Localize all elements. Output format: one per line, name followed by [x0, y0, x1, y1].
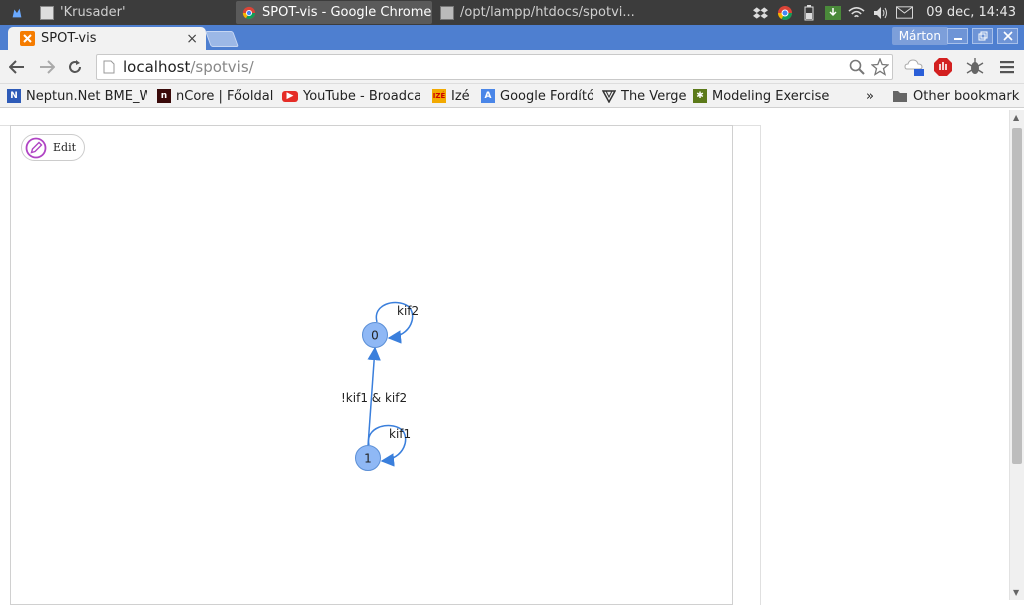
xampp-favicon-icon [20, 31, 35, 46]
neptun-icon: N [7, 89, 21, 103]
new-tab-button[interactable] [205, 31, 239, 47]
bug-extension-icon[interactable] [964, 56, 986, 78]
bookmark-label: Modeling Exercise – [712, 88, 833, 104]
page-icon [103, 60, 115, 74]
bookmark-ize[interactable]: IZÉ Izé [432, 87, 474, 105]
minimize-button[interactable] [947, 28, 968, 44]
bookmark-label: Google Fordító [500, 88, 593, 104]
document-icon [440, 5, 454, 20]
back-arrow-icon [9, 60, 24, 74]
bookmark-youtube[interactable]: ▶ YouTube - Broadcas [282, 87, 420, 105]
ncore-icon: n [157, 89, 171, 103]
os-taskbar: 'Krusader' SPOT-vis - Google Chrome /opt… [0, 0, 1024, 25]
edit-button[interactable]: Edit [21, 134, 86, 161]
bookmark-label: Izé [451, 88, 470, 104]
star-icon[interactable] [871, 58, 889, 76]
chrome-icon [242, 6, 256, 19]
bookmark-google-translate[interactable]: A Google Fordító [481, 87, 593, 105]
restore-icon [978, 31, 987, 41]
mail-icon[interactable] [896, 4, 914, 21]
bookmark-label: Other bookmarks [913, 88, 1020, 104]
taskbar-item-krusader[interactable]: 'Krusader' [34, 1, 224, 24]
chrome-tray-icon[interactable] [776, 4, 793, 21]
tab-close-icon[interactable]: × [186, 31, 198, 47]
bookmarks-bar: N Neptun.Net BME_W2 n nCore | Főoldal ▶ … [0, 84, 1024, 108]
taskbar-item-editor[interactable]: /opt/lampp/htdocs/spotvi... [434, 1, 640, 24]
verge-icon [602, 90, 616, 103]
browser-tabstrip: SPOT-vis × Márton [0, 25, 1024, 50]
folder-icon [893, 91, 907, 102]
taskbar-item-label: SPOT-vis - Google Chrome [262, 5, 432, 20]
scroll-up-icon[interactable]: ▲ [1013, 113, 1019, 122]
bookmark-ncore[interactable]: n nCore | Főoldal [157, 87, 275, 105]
minimize-icon [953, 38, 962, 40]
modeling-icon: ✱ [693, 89, 707, 103]
bookmark-neptun[interactable]: N Neptun.Net BME_W2 [7, 87, 147, 105]
edit-label: Edit [53, 141, 77, 154]
ize-icon: IZÉ [432, 89, 446, 103]
system-tray: 09 dec, 14:43 [752, 0, 1024, 25]
back-button[interactable] [6, 56, 28, 78]
bookmark-label: YouTube - Broadcas [303, 88, 420, 104]
restore-button[interactable] [972, 28, 993, 44]
vertical-scrollbar[interactable]: ▲ ▼ [1009, 110, 1024, 600]
pencil-icon [25, 137, 47, 158]
reload-icon [69, 60, 81, 73]
wifi-icon[interactable] [848, 4, 865, 21]
start-menu-button[interactable] [4, 1, 26, 24]
frame-border-right [760, 125, 761, 605]
taskbar-item-label: /opt/lampp/htdocs/spotvi... [460, 5, 635, 20]
scroll-down-icon[interactable]: ▼ [1013, 588, 1019, 597]
taskbar-item-chrome[interactable]: SPOT-vis - Google Chrome [236, 1, 432, 24]
reload-button[interactable] [64, 56, 86, 78]
battery-icon[interactable] [800, 4, 817, 21]
forward-button[interactable] [36, 56, 58, 78]
bookmark-label: The Verge [621, 88, 686, 104]
scrollbar-thumb[interactable] [1012, 128, 1022, 464]
google-translate-icon: A [481, 89, 495, 103]
dropbox-icon[interactable] [752, 4, 769, 21]
clock[interactable]: 09 dec, 14:43 [926, 5, 1016, 20]
address-bar[interactable]: localhost/spotvis/ [96, 54, 893, 80]
adblock-icon[interactable] [932, 56, 954, 78]
close-window-button[interactable] [997, 28, 1018, 44]
window-icon [40, 5, 54, 20]
taskbar-item-label: 'Krusader' [60, 5, 126, 20]
bookmarks-overflow-button[interactable]: » [866, 87, 878, 105]
url-host: localhost [123, 58, 191, 76]
bookmark-the-verge[interactable]: The Verge [602, 87, 686, 105]
user-profile-button[interactable]: Márton [891, 27, 948, 45]
start-menu-icon [12, 8, 22, 17]
close-icon [1002, 31, 1013, 41]
graph-canvas[interactable] [10, 125, 733, 605]
url-path: /spotvis/ [190, 58, 254, 76]
bookmark-modeling-exercise[interactable]: ✱ Modeling Exercise – [693, 87, 833, 105]
bookmark-label: Neptun.Net BME_W2 [26, 88, 147, 104]
bookmark-label: nCore | Főoldal [176, 88, 274, 104]
download-icon[interactable] [824, 4, 841, 21]
tab-spot-vis[interactable]: SPOT-vis × [8, 27, 206, 50]
tab-title: SPOT-vis [41, 31, 97, 46]
volume-icon[interactable] [872, 4, 889, 21]
menu-icon[interactable] [996, 56, 1018, 78]
youtube-icon: ▶ [282, 90, 298, 102]
browser-toolbar: localhost/spotvis/ [0, 50, 1024, 84]
other-bookmarks-folder[interactable]: Other bookmarks [892, 87, 1020, 105]
search-icon[interactable] [849, 59, 865, 75]
forward-arrow-icon [40, 60, 55, 74]
page-content [0, 110, 1009, 605]
weather-extension-icon[interactable] [902, 56, 926, 78]
